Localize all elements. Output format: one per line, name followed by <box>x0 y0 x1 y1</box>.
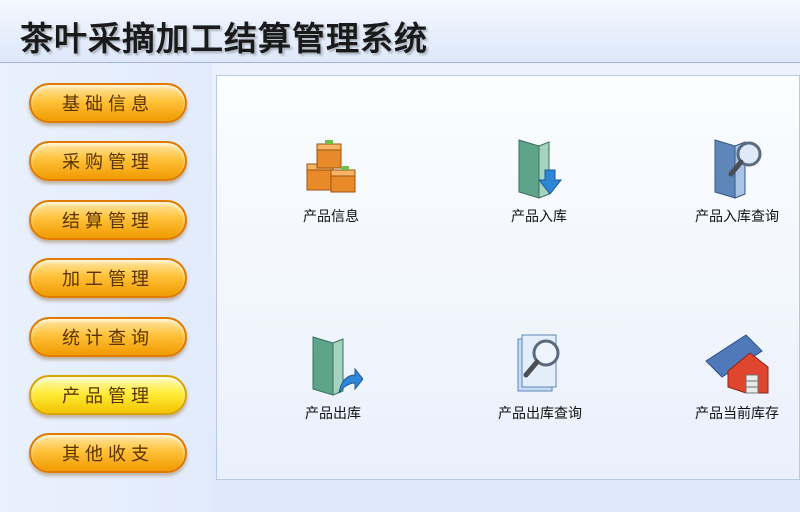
tile-label: 产品当前库存 <box>695 406 779 422</box>
sidebar-item-processing[interactable]: 加工管理 <box>29 258 187 298</box>
app-title: 茶叶采摘加工结算管理系统 <box>20 19 428 58</box>
tile-product-info[interactable]: 产品信息 <box>266 134 396 244</box>
tile-product-stock-in-query[interactable]: 产品入库查询 <box>672 134 800 244</box>
tile-label: 产品入库 <box>511 209 567 225</box>
sidebar-item-basic-info[interactable]: 基础信息 <box>29 83 187 123</box>
sidebar-item-products[interactable]: 产品管理 <box>29 375 187 415</box>
document-search-icon <box>517 334 560 392</box>
sidebar: 基础信息 采购管理 结算管理 加工管理 统计查询 产品管理 其他收支 <box>0 63 212 512</box>
boxes-icon <box>306 140 356 193</box>
sidebar-item-purchase[interactable]: 采购管理 <box>29 141 187 181</box>
main-panel: 产品信息 产品入库 产品入库查询 产品出库 产品出库查询 产品当前库存 <box>216 75 800 480</box>
sidebar-item-settlement[interactable]: 结算管理 <box>29 200 187 240</box>
tile-label: 产品出库查询 <box>498 406 582 422</box>
sidebar-item-statistics[interactable]: 统计查询 <box>29 317 187 357</box>
folder-arrow-out-icon <box>312 336 363 396</box>
tile-label: 产品入库查询 <box>695 209 779 225</box>
tile-product-current-stock[interactable]: 产品当前库存 <box>672 331 800 441</box>
tile-product-stock-in[interactable]: 产品入库 <box>474 134 604 244</box>
app-header: 茶叶采摘加工结算管理系统 <box>0 0 800 63</box>
folder-arrow-in-icon <box>518 139 563 199</box>
sidebar-item-other-income[interactable]: 其他收支 <box>29 433 187 473</box>
tile-label: 产品信息 <box>303 209 359 225</box>
folder-search-icon <box>714 139 762 199</box>
tile-product-stock-out-query[interactable]: 产品出库查询 <box>475 331 605 441</box>
warehouse-icon <box>705 334 769 394</box>
tile-label: 产品出库 <box>305 406 361 422</box>
tile-product-stock-out[interactable]: 产品出库 <box>268 331 398 441</box>
